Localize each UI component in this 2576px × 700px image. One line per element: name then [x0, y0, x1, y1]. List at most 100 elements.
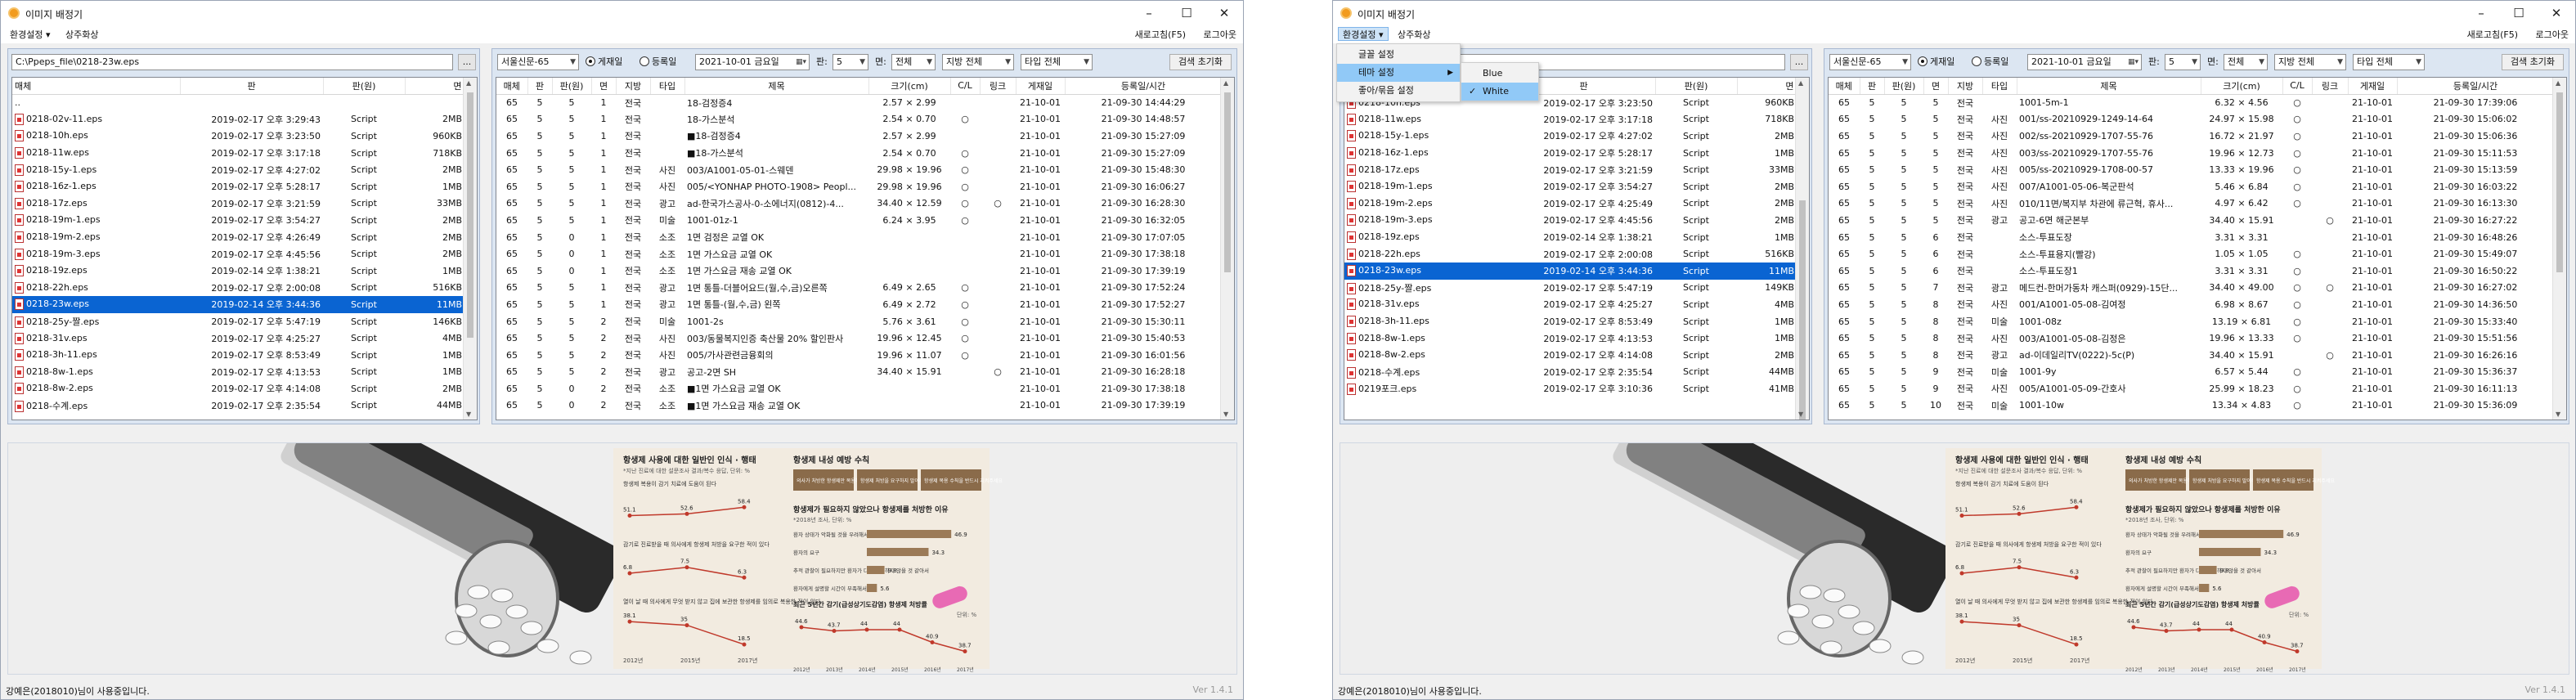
article-row[interactable]: 65 5 5 1 전국 18-가스분석 2.54 × 0.70 ○ 21-10-01 21-09-… [496, 111, 1222, 128]
article-row[interactable]: 65 5 5 5 전국 사진 010/11면/복지부 차관에 류근혁, 휴사... 4.97 … [1829, 195, 2554, 213]
font-settings-item[interactable]: 글꼴 설정 [1337, 46, 1460, 64]
file-row[interactable]: 0218-16z-1.eps 2019-02-17 오후 5:28:17 Scrip… [12, 178, 464, 195]
minimize-button[interactable]: – [1130, 1, 1168, 25]
article-row[interactable]: 65 5 5 9 전국 미술 1001-9y 6.57 × 5.44 ○ 21-10-01 21-0… [1829, 364, 2554, 381]
col-header[interactable]: 매체 [1829, 78, 1860, 95]
menu-resident-image[interactable]: 상주화상 [61, 28, 102, 42]
col-header[interactable]: 게재일 [1016, 78, 1066, 95]
col-header[interactable]: 면 [591, 78, 617, 95]
col-modified[interactable]: 판 [180, 78, 324, 95]
col-type[interactable]: 판(원) [323, 78, 406, 95]
article-row[interactable]: 65 5 5 1 전국 ■18-가스분석 2.54 × 0.70 ○ 21-10-01 21-09… [496, 145, 1222, 162]
browse-button[interactable]: ... [458, 54, 476, 70]
theme-blue-item[interactable]: Blue [1461, 65, 1538, 83]
file-row[interactable]: 0218-17z.eps 2019-02-17 오후 3:21:59 Script 3… [12, 195, 464, 213]
col-header[interactable]: 매체 [496, 78, 528, 95]
col-header[interactable]: C/L [950, 78, 981, 95]
col-header[interactable]: 링크 [2312, 78, 2349, 95]
article-row[interactable]: 65 5 5 7 전국 광고 메드컨-한머가동차 캐스퍼(0929)-15단... 34.40… [1829, 280, 2554, 297]
file-row[interactable]: .. [12, 94, 464, 111]
file-row[interactable]: 0218-19z.eps 2019-02-14 오후 1:38:21 Script 1… [1344, 229, 1797, 246]
scroll-up-icon[interactable]: ▲ [1223, 79, 1228, 87]
file-row[interactable]: 0218-22h.eps 2019-02-17 오후 2:00:08 Script 5… [12, 280, 464, 297]
browse-button[interactable]: ... [1790, 54, 1808, 70]
file-list-scrollbar[interactable]: ▲ ▼ [463, 78, 477, 420]
file-row[interactable]: 0218-19m-3.eps 2019-02-17 오후 4:45:56 Scrip… [1344, 212, 1797, 229]
file-row[interactable]: 0218-8w-2.eps 2019-02-17 오후 4:14:08 Script… [1344, 347, 1797, 364]
article-scrollbar[interactable]: ▲ ▼ [2552, 78, 2566, 420]
article-row[interactable]: 65 5 5 5 전국 사진 001/ss-20210929-1249-14-64 24.97… [1829, 111, 2554, 128]
region-select[interactable]: 지방 전체 ▼ [942, 54, 1014, 70]
article-row[interactable]: 65 5 5 2 전국 광고 공고-2면 SH 34.40 × 15.91 ○ 21-10-01 2… [496, 364, 1222, 381]
reset-search-button[interactable]: 검색 초기화 [2502, 54, 2564, 70]
col-header[interactable]: 지방 [616, 78, 651, 95]
article-row[interactable]: 65 5 5 1 전국 사진 003/A1001-05-01-스웨덴 29.98 × 19.9… [496, 161, 1222, 178]
article-row[interactable]: 65 5 0 1 전국 소조 1면 가스요금 재송 교열 OK 21-10-01 21-09-3… [496, 262, 1222, 280]
article-row[interactable]: 65 5 5 1 전국 사진 005/<YONHAP PHOTO-1908> Peopl..… [496, 178, 1222, 195]
col-header[interactable]: 링크 [980, 78, 1016, 95]
file-row[interactable]: 0218-19m-2.eps 2019-02-17 오후 4:25:49 Scrip… [1344, 195, 1797, 213]
col-header[interactable]: 크기(cm) [868, 78, 951, 95]
radio-reg[interactable]: 등록일 [640, 54, 676, 70]
article-row[interactable]: 65 5 5 5 전국 사진 007/A1001-05-06-복군판석 5.46 × 6.84… [1829, 178, 2554, 195]
type-select[interactable]: 타입 전체 ▼ [1021, 54, 1093, 70]
file-row[interactable]: 0218-31v.eps 2019-02-17 오후 4:25:27 Script 4… [1344, 296, 1797, 313]
theme-white-item[interactable]: ✓ White [1461, 83, 1538, 101]
file-row[interactable]: 0218-22h.eps 2019-02-17 오후 2:00:08 Script 5… [1344, 245, 1797, 262]
file-row[interactable]: 0218-23w.eps 2019-02-14 오후 3:44:36 Script 1… [12, 296, 464, 313]
file-list-scrollbar[interactable]: ▲ ▼ [1795, 78, 1809, 420]
scroll-down-icon[interactable]: ▼ [1223, 411, 1228, 418]
paper-select[interactable]: 서울신문-65 ▼ [1829, 54, 1911, 70]
article-row[interactable]: 65 5 5 2 전국 사진 003/동물복지인증 축산물 20% 할인판사 19.96 × … [496, 330, 1222, 347]
group-settings-item[interactable]: 좋아/묶음 설정 [1337, 82, 1460, 100]
radio-reg[interactable]: 등록일 [1972, 54, 2008, 70]
article-row[interactable]: 65 5 5 2 전국 미술 1001-2s 5.76 × 3.61 ○ 21-10-01 21-0… [496, 313, 1222, 330]
menu-settings[interactable]: 환경설정 ▾ [1338, 27, 1389, 41]
article-row[interactable]: 65 5 5 6 전국 소스-투표용지(빨강) 1.05 × 1.05 ○ 21-10-01 21… [1829, 245, 2554, 262]
reset-search-button[interactable]: 검색 초기화 [1169, 54, 1232, 70]
article-row[interactable]: 65 5 5 10 전국 미술 1001-10w 13.34 × 4.83 ○ 21-10-01 2… [1829, 397, 2554, 415]
article-row[interactable]: 65 5 5 1 전국 ■18-검정증4 2.57 × 2.99 21-10-01 21-09-… [496, 128, 1222, 145]
file-row[interactable]: 0218-02v-11.eps 2019-02-17 오후 3:29:43 Scri… [12, 111, 464, 128]
close-button[interactable]: ✕ [2538, 1, 2575, 25]
file-row[interactable]: 0218-19m-1.eps 2019-02-17 오후 3:54:27 Scrip… [12, 212, 464, 229]
col-header[interactable]: 판(원) [1884, 78, 1924, 95]
col-header[interactable]: 판(원) [552, 78, 592, 95]
radio-daily[interactable]: 게재일 [1918, 54, 1954, 70]
myeon-select[interactable]: 전체 ▼ [891, 54, 936, 70]
col-header[interactable]: 등록일/시간 [1065, 78, 1223, 95]
file-row[interactable]: 0218-8w-1.eps 2019-02-17 오후 4:13:53 Script… [1344, 330, 1797, 347]
col-header[interactable]: 타입 [650, 78, 685, 95]
maximize-button[interactable]: ☐ [2500, 1, 2538, 25]
scroll-thumb[interactable] [1224, 92, 1231, 272]
theme-settings-item[interactable]: 테마 설정 ▶ [1337, 64, 1460, 82]
paper-select[interactable]: 서울신문-65 ▼ [497, 54, 579, 70]
menu-resident-image[interactable]: 상주화상 [1393, 28, 1434, 42]
path-input[interactable]: C:\Ppeps_file\0218-23w.eps [11, 54, 453, 70]
file-row[interactable]: 0218-수계.eps 2019-02-17 오후 2:35:54 Script 44… [1344, 364, 1797, 381]
date-picker[interactable]: 2021-10-01 금요일 ▦▾ [695, 54, 810, 70]
file-row[interactable]: 0218-19m-1.eps 2019-02-17 오후 3:54:27 Scrip… [1344, 178, 1797, 195]
col-header[interactable]: C/L [2282, 78, 2313, 95]
article-row[interactable]: 65 5 5 5 전국 사진 003/ss-20210929-1707-55-76 19.96… [1829, 145, 2554, 162]
article-row[interactable]: 65 5 0 1 전국 소조 1면 검정은 교열 OK 21-10-01 21-09-30 17… [496, 229, 1222, 246]
file-row[interactable]: 0218-19m-3.eps 2019-02-17 오후 4:45:56 Scrip… [12, 245, 464, 262]
scroll-up-icon[interactable]: ▲ [2556, 79, 2560, 87]
article-row[interactable]: 65 5 5 1 전국 18-검정증4 2.57 × 2.99 21-10-01 21-09-3… [496, 94, 1222, 111]
article-row[interactable]: 65 5 5 5 전국 사진 005/ss-20210929-1708-00-57 13.33… [1829, 161, 2554, 178]
date-picker[interactable]: 2021-10-01 금요일 ▦▾ [2027, 54, 2142, 70]
col-header[interactable]: 판 [527, 78, 553, 95]
logout-link[interactable]: 로그아웃 [1204, 28, 1236, 42]
article-row[interactable]: 65 5 0 1 전국 소조 1면 가스요금 교열 OK 21-10-01 21-09-30 1… [496, 245, 1222, 262]
article-row[interactable]: 65 5 5 1 전국 광고 1면 통틀-(월,수,금) 왼쪽 6.49 × 2.72 ○ 21-… [496, 296, 1222, 313]
scroll-down-icon[interactable]: ▼ [466, 411, 471, 418]
file-row[interactable]: 0218-11w.eps 2019-02-17 오후 3:17:18 Script 7… [12, 145, 464, 162]
article-row[interactable]: 65 5 5 5 전국 광고 공고-6면 해군본부 34.40 × 15.91 ○ 21-10-0… [1829, 212, 2554, 229]
region-select[interactable]: 지방 전체 ▼ [2274, 54, 2346, 70]
article-row[interactable]: 65 5 5 2 전국 사진 005/가사관련금융회의 19.96 × 11.07 ○ 21-10… [496, 347, 1222, 364]
col-type[interactable]: 판(원) [1655, 78, 1738, 95]
article-scrollbar[interactable]: ▲ ▼ [1220, 78, 1234, 420]
col-size[interactable]: 면 [405, 78, 465, 95]
col-header[interactable]: 등록일/시간 [2397, 78, 2555, 95]
col-header[interactable]: 제목 [684, 78, 869, 95]
